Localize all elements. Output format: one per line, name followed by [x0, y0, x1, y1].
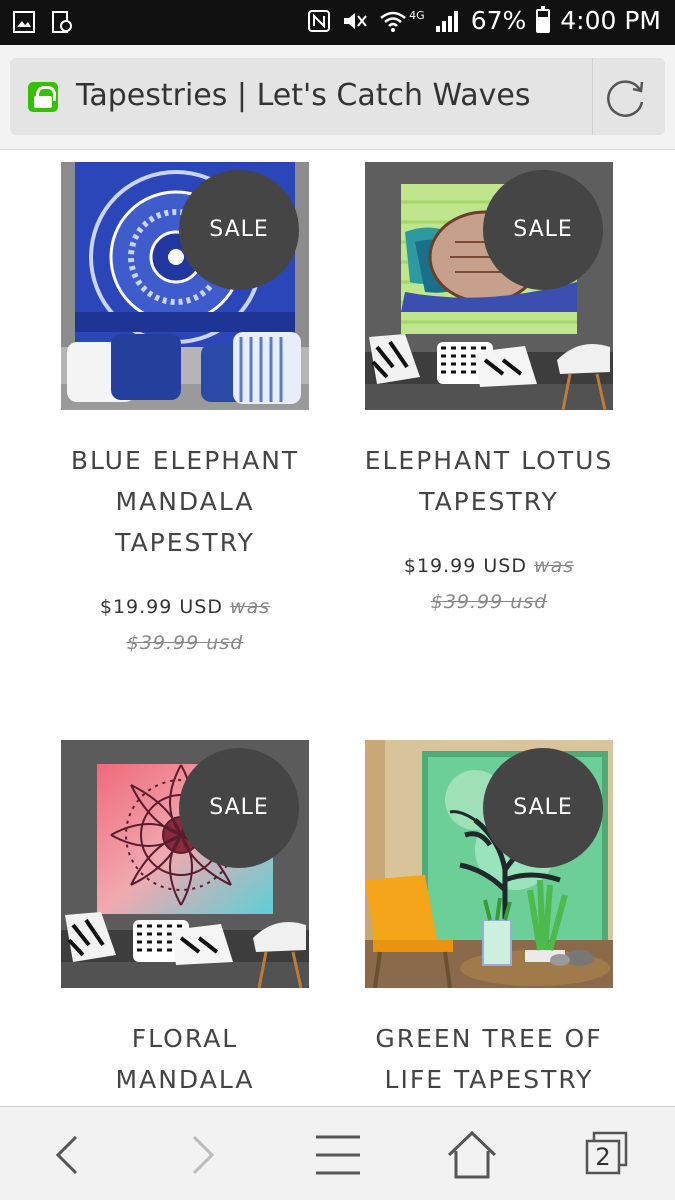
address-divider [592, 58, 593, 135]
product-price: $19.99 USD [99, 596, 223, 618]
battery-icon [536, 5, 551, 33]
address-bar[interactable]: Tapestries | Let's Catch Waves [10, 58, 665, 135]
battery-percent: 67% [470, 6, 527, 35]
product-image[interactable]: SALE [365, 162, 613, 410]
lock-icon [28, 82, 58, 112]
nfc-icon [308, 9, 331, 32]
tabs-count: 2 [595, 1143, 611, 1171]
clock: 4:00 PM [560, 6, 661, 35]
wifi-icon [380, 11, 406, 32]
forward-icon[interactable] [174, 1127, 230, 1183]
sale-badge: SALE [179, 748, 299, 868]
signal-icon [435, 10, 458, 32]
product-price-block: $19.99 USD was $39.99 usd [33, 589, 337, 661]
reload-icon[interactable] [600, 72, 650, 122]
product-image[interactable]: SALE [365, 740, 613, 988]
screenshot-icon [52, 11, 72, 33]
tabs-button[interactable]: 2 [580, 1127, 636, 1183]
mute-icon [344, 12, 367, 29]
menu-icon[interactable] [310, 1127, 366, 1183]
product-title[interactable]: FLORAL MANDALA [33, 1018, 337, 1100]
product-image[interactable]: SALE [61, 162, 309, 410]
battery-level [538, 17, 549, 31]
product-image[interactable]: SALE [61, 740, 309, 988]
page-title[interactable]: Tapestries | Let's Catch Waves [76, 78, 531, 113]
gallery-icon [13, 11, 35, 33]
product-card[interactable]: SALE GREEN TREE OF LIFE TAPESTRY [337, 740, 641, 1106]
network-type: 4G [409, 9, 425, 22]
product-grid: SALE BLUE ELEPHANT MANDALA TAPESTRY $19.… [0, 150, 675, 1106]
product-price-block: $19.99 USD was $39.99 usd [337, 548, 641, 620]
product-title[interactable]: GREEN TREE OF LIFE TAPESTRY [337, 1018, 641, 1100]
sale-badge: SALE [483, 748, 603, 868]
status-bar: 4G 67% 4:00 PM [0, 0, 675, 45]
browser-toolbar: Tapestries | Let's Catch Waves [0, 45, 675, 150]
sale-badge: SALE [179, 170, 299, 290]
product-title[interactable]: BLUE ELEPHANT MANDALA TAPESTRY [33, 440, 337, 563]
product-card[interactable]: SALE ELEPHANT LOTUS TAPESTRY $19.99 USD … [337, 162, 641, 620]
sale-badge: SALE [483, 170, 603, 290]
back-icon[interactable] [40, 1127, 96, 1183]
browser-bottom-bar: 2 [0, 1106, 675, 1200]
product-price: $19.99 USD [403, 555, 527, 577]
home-icon[interactable] [444, 1127, 500, 1183]
product-card[interactable]: SALE FLORAL MANDALA [33, 740, 337, 1106]
product-title[interactable]: ELEPHANT LOTUS TAPESTRY [337, 440, 641, 522]
product-card[interactable]: SALE BLUE ELEPHANT MANDALA TAPESTRY $19.… [33, 162, 337, 661]
